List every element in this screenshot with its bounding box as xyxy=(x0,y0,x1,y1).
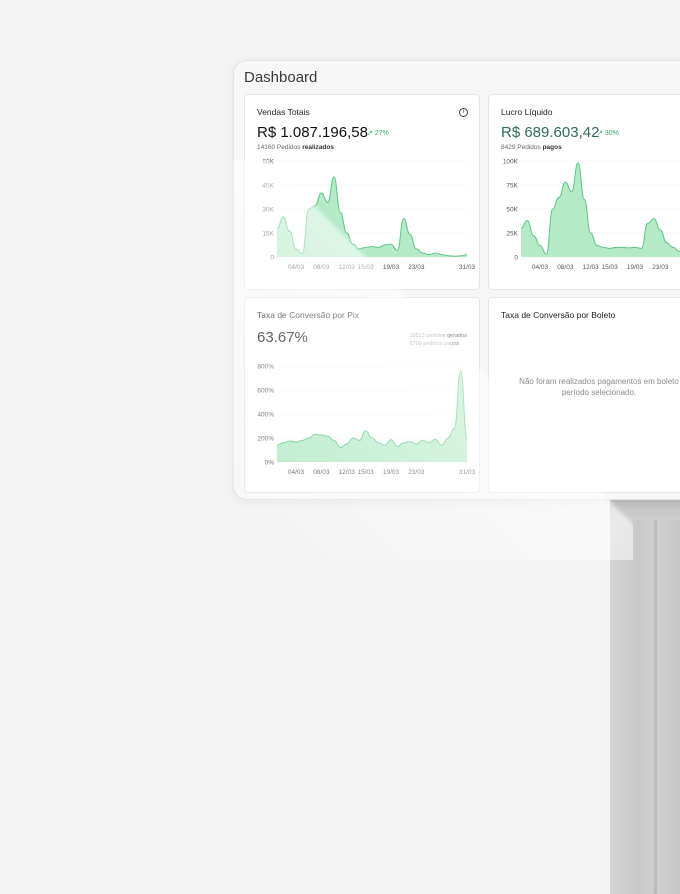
y-tick-label: 600% xyxy=(257,388,274,395)
card-title: Taxa de Conversão por Boleto xyxy=(501,310,616,320)
area-fill xyxy=(277,370,467,462)
x-tick-label: 19/03 xyxy=(383,469,400,476)
y-tick-label: 60K xyxy=(262,159,274,166)
x-tick-label: 15/03 xyxy=(358,469,375,476)
x-tick-label: 08/03 xyxy=(557,264,574,271)
x-tick-label: 04/03 xyxy=(288,264,305,271)
y-tick-label: 0 xyxy=(514,255,518,262)
y-tick-label: 400% xyxy=(257,412,274,419)
y-tick-label: 0 xyxy=(270,255,274,262)
x-tick-label: 15/03 xyxy=(358,264,375,271)
empty-line-1: Não foram realizados pagamentos em bolet… xyxy=(519,377,679,386)
area-fill xyxy=(521,162,680,257)
card-boleto-conversion: Taxa de Conversão por Boleto Não foram r… xyxy=(488,297,680,493)
y-tick-label: 200% xyxy=(257,436,274,443)
y-tick-label: 100K xyxy=(503,159,519,166)
y-tick-label: 50K xyxy=(506,207,518,214)
x-tick-label: 04/03 xyxy=(532,264,549,271)
x-tick-label: 31/03 xyxy=(459,469,476,476)
x-tick-label: 19/03 xyxy=(383,264,400,271)
profit-chart: 0 25K 50K 75K 100K 04/03 08/03 12/03 15/03 19/03 2… xyxy=(503,159,680,271)
x-tick-label: 23/03 xyxy=(652,264,669,271)
sales-chart: 0 15K 30K 45K 60K 04/03 08/03 12/03 15/03 19/03 23… xyxy=(262,159,476,272)
x-tick-label: 12/03 xyxy=(583,264,600,271)
area-fill xyxy=(277,177,467,257)
x-tick-label: 31/03 xyxy=(459,264,476,271)
x-tick-label: 08/03 xyxy=(313,264,330,271)
x-tick-label: 23/03 xyxy=(408,469,425,476)
y-tick-label: 15K xyxy=(262,231,274,238)
x-tick-label: 08/03 xyxy=(313,469,330,476)
y-tick-label: 800% xyxy=(257,364,274,371)
empty-line-2: período selecionado. xyxy=(561,388,637,397)
y-tick-label: 25K xyxy=(506,231,518,238)
x-tick-label: 04/03 xyxy=(288,469,305,476)
dashboard-window: Dashboard Vendas Totais i R$ 1.087.196,5… xyxy=(233,60,680,500)
x-tick-label: 23/03 xyxy=(408,264,425,271)
card-lucro-liquido: Lucro Líquido R$ 689.603,42 ↗ 30% 8429 P… xyxy=(488,94,680,290)
series-line xyxy=(276,370,468,449)
x-tick-label: 19/03 xyxy=(627,264,644,271)
card-vendas-totais: Vendas Totais i R$ 1.087.196,58 ↗ 27% 14… xyxy=(244,94,480,290)
x-tick-label: 15/03 xyxy=(602,264,619,271)
y-tick-label: 45K xyxy=(262,183,274,190)
x-tick-label: 12/03 xyxy=(339,264,356,271)
y-tick-label: 30K xyxy=(262,207,274,214)
page-title: Dashboard xyxy=(244,69,318,86)
card-pix-conversion: Taxa de Conversão por Pix 63.67% 10523 p… xyxy=(244,297,480,493)
x-tick-label: 12/03 xyxy=(339,469,356,476)
y-tick-label: 0% xyxy=(265,460,275,467)
background-pillar xyxy=(610,498,680,894)
pix-chart: 0% 200% 400% 600% 800% 04/03 08/03 12/03 15/03 19… xyxy=(257,364,476,477)
empty-state-message: Não foram realizados pagamentos em bolet… xyxy=(489,376,680,398)
y-tick-label: 75K xyxy=(506,183,518,190)
